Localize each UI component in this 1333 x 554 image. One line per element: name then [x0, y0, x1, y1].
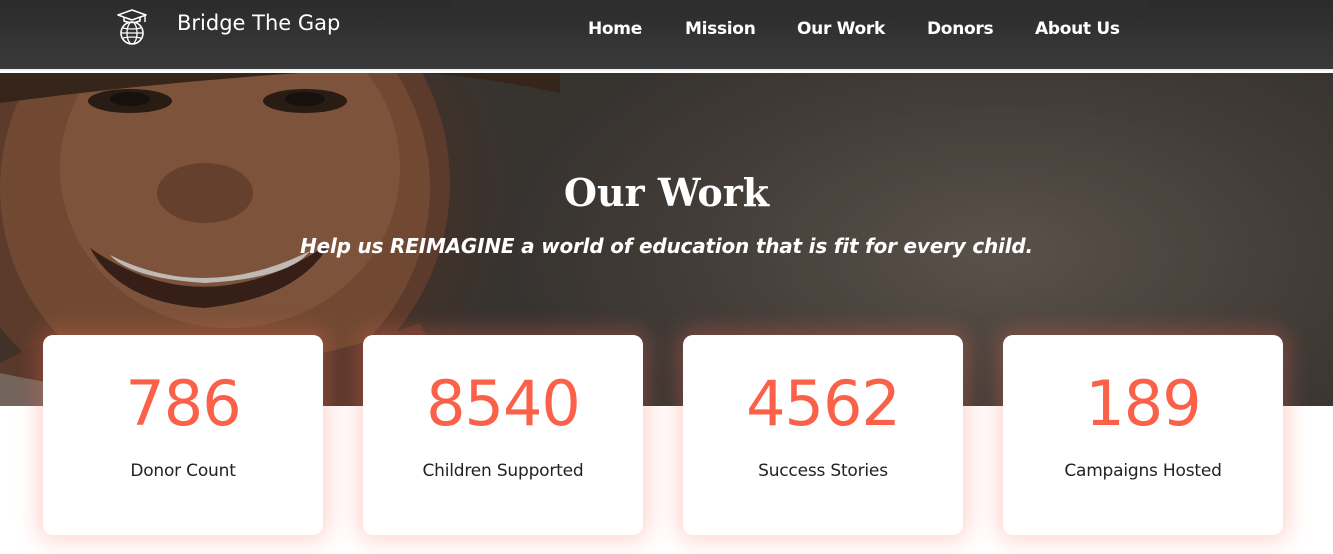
main-nav: Home Mission Our Work Donors About Us: [0, 19, 1333, 45]
stat-label: Children Supported: [422, 461, 584, 481]
stat-card-campaigns-hosted: 189 Campaigns Hosted: [1003, 335, 1283, 535]
top-navbar: Bridge The Gap Home Mission Our Work Don…: [0, 0, 1333, 71]
stat-label: Success Stories: [758, 461, 888, 481]
stat-value: 786: [125, 367, 241, 440]
stat-value: 4562: [746, 367, 901, 440]
nav-link-about-us[interactable]: About Us: [1035, 19, 1120, 39]
hero-subtitle: Help us REIMAGINE a world of education t…: [300, 234, 1033, 258]
stat-card-donor-count: 786 Donor Count: [43, 335, 323, 535]
nav-link-home[interactable]: Home: [588, 19, 642, 39]
nav-top-strip: [450, 0, 1150, 11]
nav-link-mission[interactable]: Mission: [685, 19, 756, 39]
nav-link-donors[interactable]: Donors: [927, 19, 994, 39]
stat-card-success-stories: 4562 Success Stories: [683, 335, 963, 535]
stat-value: 189: [1085, 367, 1201, 440]
stat-label: Campaigns Hosted: [1064, 461, 1222, 481]
stat-value: 8540: [426, 367, 581, 440]
stat-card-children-supported: 8540 Children Supported: [363, 335, 643, 535]
stat-label: Donor Count: [130, 461, 236, 481]
nav-link-our-work[interactable]: Our Work: [797, 19, 885, 39]
hero-title: Our Work: [563, 170, 770, 215]
